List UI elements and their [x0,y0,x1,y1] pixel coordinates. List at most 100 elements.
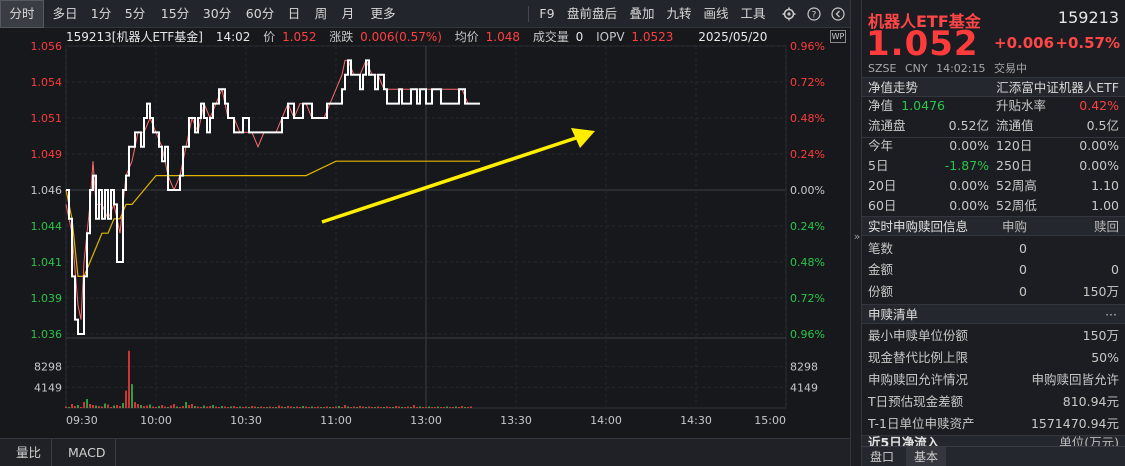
tab-month[interactable]: 月 [336,0,360,28]
more-icon[interactable]: ··· [1105,305,1117,325]
d60-row: 60日 0.00% 52周低 1.00 [862,196,1125,216]
panel-change: +0.006 [994,34,1055,52]
volume-bar [455,406,457,408]
sr-title: 实时申购赎回信息 [868,219,969,234]
volume-bar [389,407,391,408]
basket-row: 现金替代比例上限 50% [862,348,1125,368]
tab-intraday[interactable]: 分时 [0,0,44,28]
volume-bar [182,406,184,408]
volume-bar [437,406,439,408]
tab-basic[interactable]: 基本 [906,447,947,466]
pct-tick-label: 0.72% [790,292,825,305]
sr-col-subscribe: 申购 [1002,219,1028,234]
volume-bar [269,406,271,408]
tab-order-book[interactable]: 盘口 [862,447,902,466]
volume-bar [155,407,157,408]
ytd-label: 今年 [868,138,894,153]
pre-post-market-button[interactable]: 盘前盘后 [563,0,621,28]
volume-bar [413,405,415,408]
volume-bar [347,406,349,408]
time-tick-label: 13:30 [500,414,532,427]
volume-bar [323,407,325,408]
help-circle-icon[interactable]: ? [804,0,824,28]
volume-bar [266,407,268,408]
draw-line-button[interactable]: 画线 [700,0,732,28]
tab-30min[interactable]: 30分 [197,0,237,28]
price-tick-label: 1.056 [31,40,63,53]
panel-last-price: 1.052 [866,24,979,64]
d20-value: 0.00% [949,178,989,193]
volume-bar [260,406,262,408]
panel-collapse-strip[interactable]: » [850,0,862,466]
tab-macd[interactable]: MACD [58,439,117,466]
volume-bar [230,406,232,408]
price-tick-label: 1.041 [31,256,63,269]
volume-bar [104,403,106,408]
volume-bar [344,405,346,408]
volume-bar [377,406,379,408]
float2-value: 0.5亿 [1086,118,1119,133]
tab-60min[interactable]: 60分 [240,0,280,28]
volume-bar [164,406,166,408]
tab-5min[interactable]: 5分 [118,0,152,28]
volume-bar [365,407,367,408]
d5-label: 5日 [868,158,889,173]
basket-row-value: 150万 [1082,328,1119,343]
volume-bar [125,390,127,408]
volume-bar [326,406,328,408]
chevron-left-icon[interactable] [828,0,848,28]
pct-tick-label: 0.24% [790,148,825,161]
gear-icon[interactable] [778,0,800,28]
basket-row-value: 810.94元 [1062,394,1119,409]
volume-bar [398,406,400,408]
volume-bar [218,407,220,408]
sr-col-redeem: 赎回 [1093,219,1119,234]
f9-button[interactable]: F9 [536,0,558,28]
overlay-button[interactable]: 叠加 [626,0,658,28]
basket-row: T日预估现金差额 810.94元 [862,392,1125,412]
tab-1min[interactable]: 1分 [86,0,116,28]
volume-bar [236,407,238,408]
pct-tick-label: 0.24% [790,220,825,233]
basket-row-value: 申购赎回皆允许 [1031,372,1119,387]
nine-turn-button[interactable]: 九转 [663,0,695,28]
volume-bar [470,406,472,408]
tools-button[interactable]: 工具 [737,0,769,28]
nav-section-fund: 汇添富中证机器人ETF [996,80,1119,95]
tab-volume-ratio[interactable]: 量比 [6,439,53,466]
panel-time: 14:02:15 [936,62,986,75]
volume-bar [401,407,403,408]
volume-bar [98,406,100,408]
intraday-chart[interactable]: 159213[机器人ETF基金] 14:02 价 1.052 涨跌 0.006(… [0,28,850,438]
volume-bar [137,404,139,408]
panel-status: 交易中 [994,62,1027,75]
d250-label: 250日 [996,158,1033,173]
volume-bar [278,405,280,408]
price-tick-label: 1.054 [31,76,63,89]
tab-more[interactable]: 更多 [364,0,402,28]
basket-row-label: 现金替代比例上限 [868,350,969,365]
sr-row: 份额 0 150万 [862,282,1125,302]
d5-row: 5日 -1.87% 250日 0.00% [862,156,1125,176]
volume-bar [197,406,199,408]
tab-multi-day[interactable]: 多日 [46,0,84,28]
volume-bar [353,406,355,408]
ytd-value: 0.00% [949,138,989,153]
volume-bar [452,407,454,408]
volume-bar [302,406,304,408]
volume-bar [338,406,340,408]
volume-bar [149,404,151,408]
tab-week[interactable]: 周 [309,0,333,28]
tab-day[interactable]: 日 [282,0,306,28]
volume-bar [107,404,109,408]
nav-section-header[interactable]: 净值走势 汇添富中证机器人ETF [862,77,1125,97]
volume-bar [371,407,373,408]
tab-15min[interactable]: 15分 [155,0,195,28]
volume-bar [92,405,94,408]
volume-bar [191,404,193,408]
volume-bar [407,406,409,408]
volume-bar [290,406,292,408]
w52h-value: 1.10 [1091,178,1119,193]
w52l-label: 52周低 [996,198,1037,213]
volume-bar [281,406,283,408]
